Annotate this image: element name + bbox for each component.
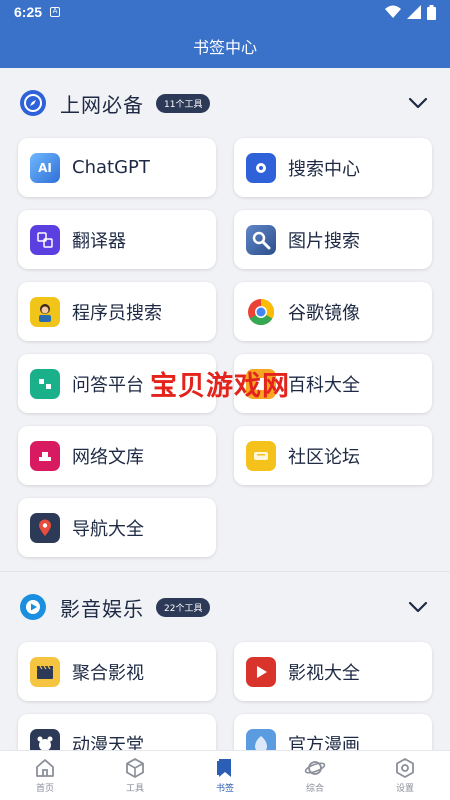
battery-icon <box>427 4 436 20</box>
status-bar: 6:25 A <box>0 0 450 24</box>
bookmark-video-collection[interactable]: 影视大全 <box>234 642 432 701</box>
navigation-icon <box>30 512 60 543</box>
bookmark-label: 聚合影视 <box>72 662 144 684</box>
settings-icon <box>396 758 414 778</box>
nav-comprehensive[interactable]: 综合 <box>270 751 360 800</box>
home-icon <box>36 759 54 777</box>
clapper-icon <box>30 656 60 687</box>
title-bar: 书签中心 <box>0 24 450 68</box>
section-entertainment: 影音娱乐 22个工具 聚合影视 影视大全 动漫天堂 官方漫画 <box>0 571 450 750</box>
comic-icon <box>246 728 276 750</box>
section-header[interactable]: 上网必备 11个工具 <box>0 68 450 138</box>
forum-icon <box>246 440 276 471</box>
nav-label: 综合 <box>305 784 324 794</box>
tool-count-badge: 22个工具 <box>156 597 211 617</box>
search-center-icon <box>246 152 276 183</box>
bookmark-translator[interactable]: 翻译器 <box>18 210 216 269</box>
bookmark-label: 百科大全 <box>288 374 360 396</box>
bookmark-google-mirror[interactable]: 谷歌镜像 <box>234 282 432 341</box>
bookmark-icon <box>217 759 231 777</box>
nav-home[interactable]: 首页 <box>0 751 90 800</box>
nav-settings[interactable]: 设置 <box>360 751 450 800</box>
bookmark-label: 程序员搜索 <box>72 302 162 324</box>
tool-grid: 聚合影视 影视大全 动漫天堂 官方漫画 <box>0 642 450 750</box>
nav-tools[interactable]: 工具 <box>90 751 180 800</box>
section-header[interactable]: 影音娱乐 22个工具 <box>0 572 450 642</box>
bookmark-label: 谷歌镜像 <box>288 302 360 324</box>
play-circle-icon <box>20 594 46 620</box>
compass-icon <box>20 90 46 116</box>
qa-icon <box>30 368 60 399</box>
library-icon <box>30 440 60 471</box>
nav-label: 书签 <box>215 784 234 794</box>
translate-icon <box>30 224 60 255</box>
chevron-down-icon[interactable] <box>406 595 430 619</box>
section-divider <box>0 557 450 571</box>
bookmark-list[interactable]: 上网必备 11个工具 AI ChatGPT 搜索中心 翻译器 图片搜索 程序员搜… <box>0 68 450 750</box>
section-internet-essentials: 上网必备 11个工具 AI ChatGPT 搜索中心 翻译器 图片搜索 程序员搜… <box>0 68 450 557</box>
bookmark-label: 影视大全 <box>288 662 360 684</box>
bookmark-label: 网络文库 <box>72 446 144 468</box>
status-time: 6:25 <box>14 4 43 20</box>
bookmark-label: 图片搜索 <box>288 230 360 252</box>
encyclopedia-icon <box>246 368 276 399</box>
tool-count-badge: 11个工具 <box>156 93 211 113</box>
bookmark-label: 导航大全 <box>72 518 144 540</box>
bookmark-label: 官方漫画 <box>288 734 360 751</box>
bookmark-label: 翻译器 <box>72 230 126 252</box>
bottom-nav: 首页 工具 书签 综合 设置 <box>0 750 450 800</box>
nav-label: 首页 <box>35 784 54 794</box>
wifi-icon <box>385 5 401 18</box>
bookmark-label: 社区论坛 <box>288 446 360 468</box>
bookmark-label: ChatGPT <box>72 157 150 178</box>
chevron-down-icon[interactable] <box>406 91 430 115</box>
nav-label: 工具 <box>125 784 144 794</box>
bookmark-navigation[interactable]: 导航大全 <box>18 498 216 557</box>
section-title: 影音娱乐 <box>60 596 144 621</box>
status-icons <box>385 4 436 20</box>
bookmark-search-center[interactable]: 搜索中心 <box>234 138 432 197</box>
tool-grid: AI ChatGPT 搜索中心 翻译器 图片搜索 程序员搜索 谷歌镜像 问答平台… <box>0 138 450 557</box>
bookmark-anime-heaven[interactable]: 动漫天堂 <box>18 714 216 750</box>
section-title: 上网必备 <box>60 92 144 117</box>
image-search-icon <box>246 224 276 255</box>
bookmark-online-library[interactable]: 网络文库 <box>18 426 216 485</box>
page-title: 书签中心 <box>192 38 257 57</box>
play-icon <box>246 656 276 687</box>
bookmark-community-forum[interactable]: 社区论坛 <box>234 426 432 485</box>
chatgpt-icon: AI <box>30 152 60 183</box>
programmer-icon <box>30 296 60 327</box>
bookmark-official-comics[interactable]: 官方漫画 <box>234 714 432 750</box>
bookmark-qa-platform[interactable]: 问答平台 <box>18 354 216 413</box>
tools-icon <box>126 758 144 778</box>
bookmark-encyclopedia[interactable]: 百科大全 <box>234 354 432 413</box>
chrome-icon <box>246 296 276 327</box>
bookmark-chatgpt[interactable]: AI ChatGPT <box>18 138 216 197</box>
bookmark-label: 搜索中心 <box>288 158 360 180</box>
bookmark-image-search[interactable]: 图片搜索 <box>234 210 432 269</box>
bookmark-programmer-search[interactable]: 程序员搜索 <box>18 282 216 341</box>
signal-icon <box>407 5 421 19</box>
bookmark-label: 问答平台 <box>72 374 144 396</box>
bookmark-aggregate-video[interactable]: 聚合影视 <box>18 642 216 701</box>
notification-icon: A <box>50 7 61 17</box>
planet-icon <box>304 761 326 775</box>
nav-label: 设置 <box>395 784 414 794</box>
nav-bookmarks[interactable]: 书签 <box>180 751 270 800</box>
anime-icon <box>30 728 60 750</box>
bookmark-label: 动漫天堂 <box>72 734 144 751</box>
